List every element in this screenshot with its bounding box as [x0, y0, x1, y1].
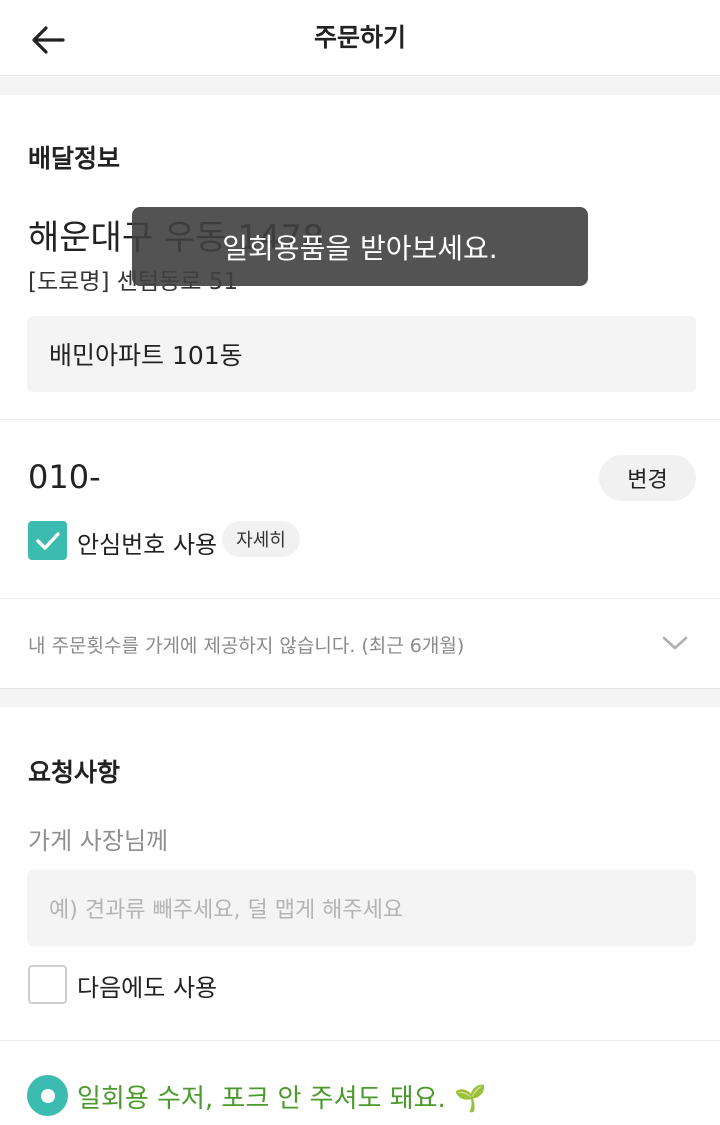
- owner-request-input[interactable]: 예) 견과류 빼주세요, 덜 맵게 해주세요: [27, 870, 696, 946]
- divider: [0, 1040, 720, 1041]
- checkmark-icon: [35, 531, 60, 550]
- toast-message: 일회용품을 받아보세요.: [132, 207, 588, 286]
- divider: [0, 598, 720, 599]
- radio-selected-dot: [40, 1088, 55, 1103]
- change-phone-button[interactable]: 변경: [599, 455, 696, 501]
- eco-option-radio[interactable]: [27, 1075, 68, 1116]
- page-title: 주문하기: [313, 23, 406, 52]
- section-gap: [0, 77, 720, 95]
- app-header: 주문하기: [0, 0, 720, 76]
- safe-number-checkbox[interactable]: [28, 521, 67, 560]
- reuse-request-checkbox[interactable]: [28, 965, 67, 1004]
- detail-chip-button[interactable]: 자세히: [222, 521, 300, 557]
- chevron-down-icon[interactable]: [660, 628, 690, 658]
- safe-number-label: 안심번호 사용: [77, 531, 218, 559]
- phone-number: 010-: [28, 458, 101, 496]
- section-gap: [0, 688, 720, 707]
- reuse-request-label: 다음에도 사용: [77, 974, 218, 1002]
- owner-request-label: 가게 사장님께: [28, 827, 169, 855]
- eco-option-label: 일회용 수저, 포크 안 주셔도 돼요. 🌱: [77, 1084, 487, 1114]
- delivery-section-title: 배달정보: [28, 144, 121, 173]
- divider: [0, 419, 720, 420]
- order-count-notice: 내 주문횟수를 가게에 제공하지 않습니다. (최근 6개월): [28, 635, 465, 657]
- detail-address-field[interactable]: 배민아파트 101동: [27, 316, 696, 392]
- request-section-title: 요청사항: [28, 758, 121, 787]
